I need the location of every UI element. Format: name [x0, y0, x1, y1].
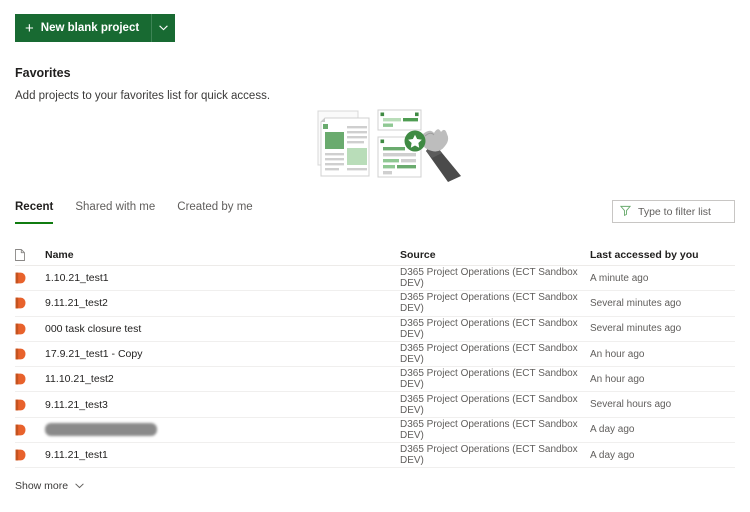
project-icon [15, 373, 45, 385]
project-icon [15, 424, 45, 436]
plus-icon: + [25, 19, 34, 37]
projects-table: Name Source Last accessed by you 1.10.21… [15, 245, 735, 469]
project-name-cell[interactable]: 9.11.21_test3 [45, 399, 400, 411]
project-last-accessed-cell: A day ago [590, 424, 635, 436]
favorites-heading: Favorites [15, 66, 71, 80]
project-icon [15, 272, 45, 284]
project-last-accessed-cell: Several minutes ago [590, 323, 682, 335]
column-header-source[interactable]: Source [400, 249, 590, 261]
table-row[interactable]: 9.11.21_test2 D365 Project Operations (EC… [15, 291, 735, 317]
new-blank-project-split-button[interactable]: + New blank project [15, 14, 176, 42]
table-row[interactable]: D365 Project Operations (ECT Sandbox DEV… [15, 418, 735, 444]
tab-recent[interactable]: Recent [15, 200, 54, 224]
filter-placeholder: Type to filter list [638, 205, 711, 218]
table-row[interactable]: 9.11.21_test1 D365 Project Operations (EC… [15, 443, 735, 469]
show-more-label: Show more [15, 480, 69, 492]
project-source-cell: D365 Project Operations (ECT Sandbox DEV… [400, 267, 578, 290]
show-more-button[interactable]: Show more [15, 480, 84, 492]
project-last-accessed-cell: Several minutes ago [590, 297, 682, 309]
new-blank-project-button[interactable]: + New blank project [15, 14, 152, 42]
project-source-cell: D365 Project Operations (ECT Sandbox DEV… [400, 292, 578, 315]
favorites-empty-illustration [315, 106, 465, 184]
filter-funnel-icon [619, 203, 632, 221]
table-row[interactable]: 17.9.21_test1 - Copy D365 Project Operati… [15, 342, 735, 368]
project-icon [15, 297, 45, 309]
column-header-name[interactable]: Name [45, 249, 400, 261]
table-row[interactable]: 9.11.21_test3 D365 Project Operations (EC… [15, 392, 735, 418]
project-source-cell: D365 Project Operations (ECT Sandbox DEV… [400, 444, 578, 467]
project-source-cell: D365 Project Operations (ECT Sandbox DEV… [400, 393, 578, 416]
project-last-accessed-cell: An hour ago [590, 373, 645, 385]
tab-created-by-me[interactable]: Created by me [177, 200, 252, 224]
column-header-last-accessed[interactable]: Last accessed by you [590, 249, 735, 261]
project-name-cell[interactable]: 1.10.21_test1 [45, 272, 400, 284]
favorites-description: Add projects to your favorites list for … [15, 90, 271, 102]
table-rows: 1.10.21_test1 D365 Project Operations (EC… [15, 266, 735, 469]
project-source-cell: D365 Project Operations (ECT Sandbox DEV… [400, 317, 578, 340]
file-icon [15, 249, 45, 261]
project-source-cell: D365 Project Operations (ECT Sandbox DEV… [400, 368, 578, 391]
project-home-page: + New blank project Favorites Add projec… [0, 14, 750, 512]
project-last-accessed-cell: An hour ago [590, 348, 645, 360]
table-row[interactable]: 11.10.21_test2 D365 Project Operations (E… [15, 367, 735, 393]
tab-shared-with-me[interactable]: Shared with me [75, 200, 155, 224]
project-source-cell: D365 Project Operations (ECT Sandbox DEV… [400, 343, 578, 366]
new-project-dropdown-button[interactable] [151, 14, 176, 42]
project-name-cell[interactable]: 9.11.21_test1 [45, 449, 400, 461]
filter-input[interactable]: Type to filter list [612, 200, 735, 223]
table-row[interactable]: 000 task closure test D365 Project Operat… [15, 317, 735, 342]
project-name-cell[interactable]: 9.11.21_test2 [45, 297, 400, 309]
project-name-cell[interactable]: 000 task closure test [45, 323, 400, 335]
table-header-row: Name Source Last accessed by you [15, 245, 735, 266]
project-name-cell[interactable]: 17.9.21_test1 - Copy [45, 348, 400, 360]
project-name-cell[interactable]: 11.10.21_test2 [45, 373, 400, 385]
project-icon [15, 449, 45, 461]
project-source-cell: D365 Project Operations (ECT Sandbox DEV… [400, 418, 578, 441]
project-icon [15, 323, 45, 335]
project-list-tabs: Recent Shared with me Created by me [15, 200, 253, 224]
new-blank-project-label: New blank project [40, 22, 140, 34]
chevron-down-icon [75, 480, 84, 492]
project-last-accessed-cell: Several hours ago [590, 399, 672, 411]
chevron-down-icon [159, 25, 168, 31]
project-last-accessed-cell: A day ago [590, 449, 635, 461]
project-icon [15, 348, 45, 360]
tabs-and-filter-row: Recent Shared with me Created by me Type… [15, 200, 735, 224]
redaction-bar [45, 423, 157, 437]
table-row[interactable]: 1.10.21_test1 D365 Project Operations (EC… [15, 266, 735, 292]
project-name-redacted[interactable] [45, 423, 400, 437]
project-last-accessed-cell: A minute ago [590, 272, 649, 284]
project-icon [15, 399, 45, 411]
